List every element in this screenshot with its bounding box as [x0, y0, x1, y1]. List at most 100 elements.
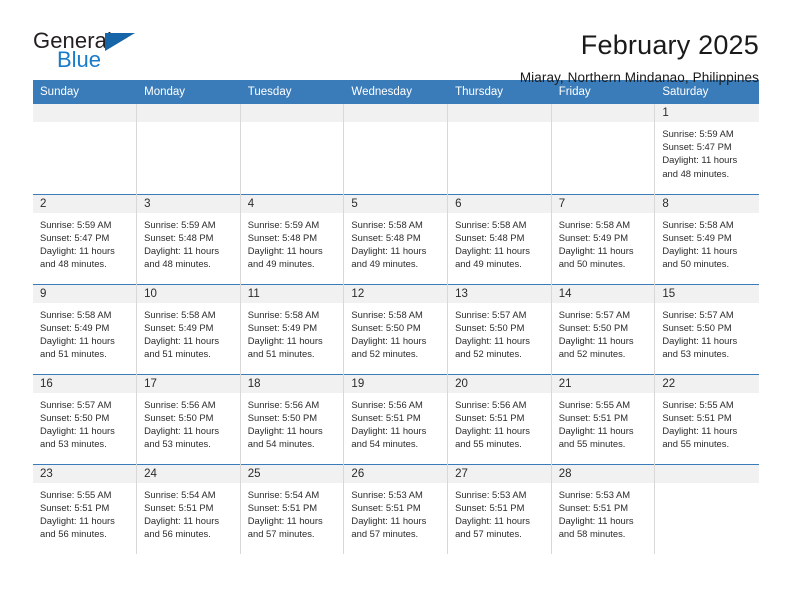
daylight-text-line2: and 52 minutes.: [558, 348, 626, 360]
calendar-day-cell[interactable]: 11 Sunrise: 5:58 AM Sunset: 5:49 PM Dayligh…: [240, 283, 345, 374]
day-number: 19: [344, 374, 448, 393]
daylight-text-line1: Daylight: 11 hours: [558, 514, 634, 526]
calendar-day-cell-empty: [33, 104, 138, 194]
calendar-week-row: 9 Sunrise: 5:58 AM Sunset: 5:49 PM Daylight…: [33, 283, 759, 374]
daylight-text-line2: and 55 minutes.: [455, 438, 522, 450]
daylight-text-line2: and 53 minutes.: [662, 348, 730, 360]
daylight-text-line2: and 48 minutes.: [40, 258, 107, 270]
calendar-day-cell[interactable]: 7 Sunrise: 5:58 AM Sunset: 5:49 PM Daylight…: [551, 193, 656, 284]
calendar-day-cell[interactable]: 3 Sunrise: 5:59 AM Sunset: 5:48 PM Daylight…: [136, 193, 241, 284]
daylight-text-line2: and 57 minutes.: [247, 528, 315, 540]
sunset-text: Sunset: 5:48 PM: [455, 231, 525, 243]
calendar-day-cell[interactable]: 9 Sunrise: 5:58 AM Sunset: 5:49 PM Daylight…: [33, 283, 138, 374]
calendar-day-cell[interactable]: 2 Sunrise: 5:59 AM Sunset: 5:47 PM Daylight…: [33, 193, 138, 284]
calendar-day-cell[interactable]: 8 Sunrise: 5:58 AM Sunset: 5:49 PM Daylight…: [654, 193, 759, 284]
calendar-day-cell[interactable]: 23 Sunrise: 5:55 AM Sunset: 5:51 PM Dayligh…: [33, 463, 138, 554]
calendar-day-cell[interactable]: 10 Sunrise: 5:58 AM Sunset: 5:49 PM Dayligh…: [136, 283, 241, 374]
sunset-text: Sunset: 5:50 PM: [247, 411, 318, 423]
day-details: Sunrise: 5:53 AM Sunset: 5:51 PM Daylight:…: [552, 483, 655, 541]
calendar-day-cell[interactable]: 24 Sunrise: 5:54 AM Sunset: 5:51 PM Dayligh…: [136, 463, 241, 554]
daylight-text-line2: and 51 minutes.: [40, 348, 107, 360]
daylight-text-line1: Daylight: 11 hours: [662, 154, 738, 166]
day-details: Sunrise: 5:54 AM Sunset: 5:51 PM Daylight:…: [137, 483, 240, 541]
calendar-day-cell-empty: [551, 104, 656, 194]
day-details: Sunrise: 5:59 AM Sunset: 5:47 PM Daylight:…: [655, 122, 758, 180]
daylight-text-line2: and 54 minutes.: [351, 438, 419, 450]
calendar-table: Sunday Monday Tuesday Wednesday Thursday Frid…: [33, 80, 759, 554]
day-number: 17: [137, 374, 240, 393]
day-number: 13: [448, 284, 551, 303]
sunrise-text: Sunrise: 5:55 AM: [662, 398, 734, 410]
day-number: 12: [344, 284, 448, 303]
day-number: 10: [137, 284, 240, 303]
sunset-text: Sunset: 5:51 PM: [455, 501, 525, 513]
day-number: 25: [240, 464, 344, 483]
calendar-day-cell[interactable]: 14 Sunrise: 5:57 AM Sunset: 5:50 PM Dayligh…: [551, 283, 656, 374]
sunset-text: Sunset: 5:50 PM: [558, 321, 629, 333]
calendar-day-cell[interactable]: 18 Sunrise: 5:56 AM Sunset: 5:50 PM Dayligh…: [240, 373, 345, 464]
calendar-day-cell[interactable]: 21 Sunrise: 5:55 AM Sunset: 5:51 PM Dayligh…: [551, 373, 656, 464]
sunset-text: Sunset: 5:48 PM: [144, 231, 214, 243]
calendar-day-cell[interactable]: 16 Sunrise: 5:57 AM Sunset: 5:50 PM Dayligh…: [33, 373, 138, 464]
day-number-band: [33, 104, 137, 122]
sunset-text: Sunset: 5:47 PM: [662, 141, 732, 153]
day-number: 28: [551, 464, 655, 483]
sunrise-text: Sunrise: 5:58 AM: [247, 308, 320, 320]
day-number: 1: [655, 104, 759, 122]
daylight-text-line1: Daylight: 11 hours: [351, 424, 427, 436]
calendar-day-cell[interactable]: 19 Sunrise: 5:56 AM Sunset: 5:51 PM Dayligh…: [343, 373, 449, 464]
sunrise-text: Sunrise: 5:58 AM: [455, 218, 527, 230]
sunset-text: Sunset: 5:51 PM: [351, 501, 421, 513]
sunset-text: Sunset: 5:49 PM: [40, 321, 110, 333]
day-number-band: [551, 104, 655, 122]
daylight-text-line2: and 53 minutes.: [144, 438, 211, 450]
sunset-text: Sunset: 5:49 PM: [247, 321, 318, 333]
day-number: 24: [137, 464, 240, 483]
day-number: 11: [240, 284, 344, 303]
sunrise-text: Sunrise: 5:56 AM: [144, 398, 216, 410]
sunset-text: Sunset: 5:50 PM: [662, 321, 732, 333]
day-number-band: [655, 464, 759, 483]
day-details: Sunrise: 5:56 AM Sunset: 5:50 PM Daylight:…: [241, 393, 344, 451]
calendar-day-cell[interactable]: 25 Sunrise: 5:54 AM Sunset: 5:51 PM Dayligh…: [240, 463, 345, 554]
general-blue-logo[interactable]: General Blue: [33, 30, 153, 78]
title-block: February 2025 Miaray, Northern Mindanao,…: [520, 30, 759, 85]
calendar-day-cell[interactable]: 26 Sunrise: 5:53 AM Sunset: 5:51 PM Dayligh…: [343, 463, 449, 554]
calendar-day-cell[interactable]: 27 Sunrise: 5:53 AM Sunset: 5:51 PM Dayligh…: [447, 463, 552, 554]
day-number: 26: [344, 464, 448, 483]
calendar-day-cell[interactable]: 1 Sunrise: 5:59 AM Sunset: 5:47 PM Daylight…: [654, 104, 759, 194]
daylight-text-line1: Daylight: 11 hours: [455, 244, 530, 256]
day-details: Sunrise: 5:55 AM Sunset: 5:51 PM Daylight:…: [552, 393, 655, 451]
calendar-day-cell[interactable]: 6 Sunrise: 5:58 AM Sunset: 5:48 PM Daylight…: [447, 193, 552, 284]
sunset-text: Sunset: 5:47 PM: [40, 231, 110, 243]
day-details: Sunrise: 5:55 AM Sunset: 5:51 PM Daylight:…: [655, 393, 758, 451]
calendar-day-cell[interactable]: 28 Sunrise: 5:53 AM Sunset: 5:51 PM Dayligh…: [551, 463, 656, 554]
daylight-text-line2: and 50 minutes.: [558, 258, 626, 270]
daylight-text-line2: and 55 minutes.: [558, 438, 626, 450]
calendar-day-cell[interactable]: 12 Sunrise: 5:58 AM Sunset: 5:50 PM Dayligh…: [343, 283, 449, 374]
sunset-text: Sunset: 5:51 PM: [351, 411, 421, 423]
sunrise-text: Sunrise: 5:54 AM: [144, 488, 216, 500]
weekday-header-monday: Monday: [136, 80, 241, 104]
day-number: 7: [551, 194, 655, 213]
sunset-text: Sunset: 5:49 PM: [144, 321, 214, 333]
calendar-week-row: 2 Sunrise: 5:59 AM Sunset: 5:47 PM Daylight…: [33, 193, 759, 284]
calendar-day-cell-empty: [343, 104, 449, 194]
sunset-text: Sunset: 5:51 PM: [144, 501, 214, 513]
calendar-day-cell[interactable]: 17 Sunrise: 5:56 AM Sunset: 5:50 PM Dayligh…: [136, 373, 241, 464]
day-details: Sunrise: 5:58 AM Sunset: 5:49 PM Daylight:…: [655, 213, 758, 271]
sunrise-text: Sunrise: 5:57 AM: [40, 398, 112, 410]
sunset-text: Sunset: 5:50 PM: [351, 321, 421, 333]
sunset-text: Sunset: 5:51 PM: [558, 501, 629, 513]
calendar-day-cell[interactable]: 13 Sunrise: 5:57 AM Sunset: 5:50 PM Dayligh…: [447, 283, 552, 374]
weekday-header-sunday: Sunday: [33, 80, 138, 104]
sunset-text: Sunset: 5:48 PM: [351, 231, 421, 243]
daylight-text-line1: Daylight: 11 hours: [662, 244, 738, 256]
calendar-day-cell[interactable]: 4 Sunrise: 5:59 AM Sunset: 5:48 PM Daylight…: [240, 193, 345, 284]
calendar-day-cell[interactable]: 22 Sunrise: 5:55 AM Sunset: 5:51 PM Dayligh…: [654, 373, 759, 464]
calendar-day-cell[interactable]: 20 Sunrise: 5:56 AM Sunset: 5:51 PM Dayligh…: [447, 373, 552, 464]
calendar-day-cell[interactable]: 5 Sunrise: 5:58 AM Sunset: 5:48 PM Daylight…: [343, 193, 449, 284]
daylight-text-line1: Daylight: 11 hours: [247, 244, 323, 256]
daylight-text-line1: Daylight: 11 hours: [144, 244, 220, 256]
calendar-day-cell[interactable]: 15 Sunrise: 5:57 AM Sunset: 5:50 PM Dayligh…: [654, 283, 759, 374]
